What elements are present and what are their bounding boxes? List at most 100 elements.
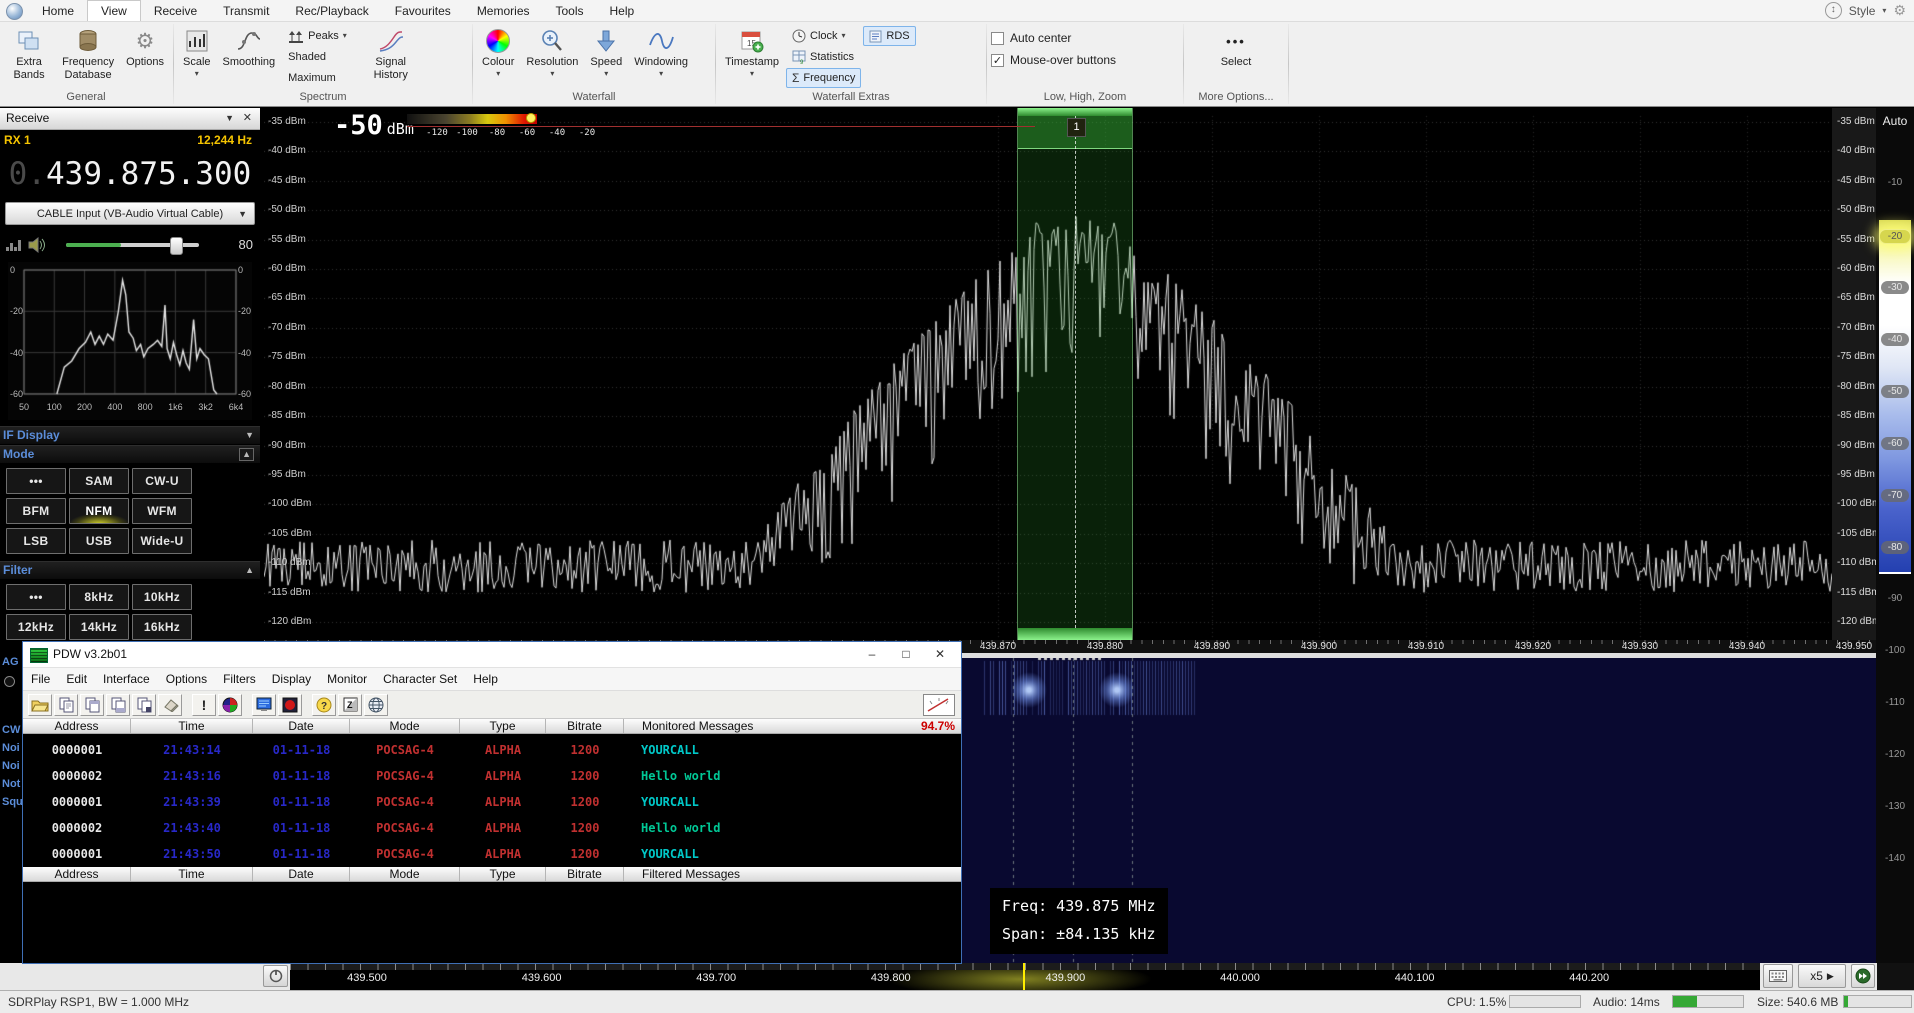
collapse-ribbon-icon[interactable]: ↕ <box>1825 2 1842 19</box>
column-header-monitored[interactable]: Monitored Messages 94.7% <box>624 719 961 733</box>
mode-button[interactable]: CW-U <box>132 468 192 494</box>
copy-all-button[interactable] <box>106 694 130 716</box>
mode-button[interactable]: BFM <box>6 498 66 524</box>
auto-range-button[interactable]: Auto <box>1876 114 1914 128</box>
waterfall-colorbar[interactable] <box>407 114 537 124</box>
windowing-button[interactable]: Windowing ▾ <box>629 24 693 81</box>
message-row[interactable]: 0000002 21:43:16 01-11-18 POCSAG-4 ALPHA… <box>23 763 961 789</box>
extra-bands-button[interactable]: Extra Bands <box>3 24 55 85</box>
level-bars-icon[interactable] <box>6 238 22 253</box>
audio-device-select[interactable]: CABLE Input (VB-Audio Virtual Cable) ▼ <box>5 202 255 225</box>
band-top-bar[interactable] <box>1018 108 1132 116</box>
column-header-address[interactable]: Address <box>23 719 131 733</box>
filter-button[interactable]: 14kHz <box>69 614 129 640</box>
save-button[interactable] <box>132 694 156 716</box>
copy-page-button[interactable] <box>80 694 104 716</box>
chevron-down-icon[interactable]: ▼ <box>225 108 234 129</box>
options-button[interactable]: ⚙ Options <box>121 24 169 73</box>
filtered-messages-list[interactable] <box>23 882 961 963</box>
waterfall-range-slider[interactable]: Auto -10-20-30-40-50-60-70-80-90-100-110… <box>1876 108 1914 963</box>
menu-item[interactable]: Display <box>264 672 319 686</box>
close-button[interactable]: ✕ <box>923 642 957 667</box>
help-button[interactable]: ? <box>312 694 336 716</box>
menu-item[interactable]: Filters <box>215 672 264 686</box>
menu-item[interactable]: Character Set <box>375 672 465 686</box>
filter-section-header[interactable]: Filter ▲ <box>0 561 260 579</box>
column-header-date[interactable]: Date <box>253 719 350 733</box>
ribbon-tab[interactable]: Home <box>29 0 87 21</box>
band-history-button[interactable] <box>263 965 288 987</box>
shaded-button[interactable]: Shaded <box>282 47 353 67</box>
style-dropdown[interactable]: Style <box>1849 4 1876 18</box>
menu-item[interactable]: File <box>23 672 58 686</box>
peaks-button[interactable]: Peaks ▾ <box>282 26 353 46</box>
mode-button[interactable]: LSB <box>6 528 66 554</box>
filtered-table-header[interactable]: Address Time Date Mode Type Bitrate Filt… <box>23 867 961 882</box>
column-header-bitrate[interactable]: Bitrate <box>546 719 624 733</box>
menu-item[interactable]: Interface <box>95 672 158 686</box>
monitored-messages-list[interactable]: 0000001 21:43:14 01-11-18 POCSAG-4 ALPHA… <box>23 734 961 867</box>
maximize-button[interactable]: □ <box>889 642 923 667</box>
pdw-titlebar[interactable]: PDW v3.2b01 – □ ✕ <box>23 642 961 668</box>
mode-button[interactable]: USB <box>69 528 129 554</box>
filter-button[interactable]: 16kHz <box>132 614 192 640</box>
fast-forward-button[interactable] <box>1851 964 1875 988</box>
eraser-button[interactable] <box>158 694 182 716</box>
select-button[interactable]: ••• Select <box>1216 24 1257 73</box>
filter-button[interactable]: 12kHz <box>6 614 66 640</box>
band-frequency-ruler[interactable]: 439.500439.600439.700439.800439.900440.0… <box>290 963 1760 990</box>
filter-button[interactable]: 10kHz <box>132 584 192 610</box>
mode-section-header[interactable]: Mode ▲ <box>0 445 260 463</box>
maximum-button[interactable]: Maximum <box>282 68 353 88</box>
colorbar-marker-dot[interactable] <box>526 113 536 123</box>
if-display-section-header[interactable]: IF Display ▼ <box>0 426 260 444</box>
step-multiplier-button[interactable]: x5 ▶ <box>1798 964 1846 988</box>
chevron-down-icon[interactable]: ▼ <box>245 427 254 444</box>
tuned-signal-band[interactable]: 1 <box>1017 108 1133 640</box>
rx-marker-badge[interactable]: 1 <box>1067 118 1086 137</box>
message-row[interactable]: 0000002 21:43:40 01-11-18 POCSAG-4 ALPHA… <box>23 815 961 841</box>
ribbon-tab[interactable]: Receive <box>141 0 210 21</box>
menu-item[interactable]: Help <box>465 672 506 686</box>
message-row[interactable]: 0000001 21:43:14 01-11-18 POCSAG-4 ALPHA… <box>23 737 961 763</box>
close-icon[interactable]: ✕ <box>243 108 252 129</box>
chevron-up-icon[interactable]: ▲ <box>245 562 254 579</box>
speaker-icon[interactable] <box>28 236 48 254</box>
resolution-button[interactable]: Resolution ▾ <box>521 24 583 81</box>
monitor-button[interactable] <box>252 694 276 716</box>
range-upper-handle[interactable]: -20 <box>1876 229 1914 244</box>
mode-button[interactable]: NFM <box>69 498 129 524</box>
band-bottom-bar[interactable] <box>1018 628 1132 640</box>
menu-item[interactable]: Edit <box>58 672 95 686</box>
mouse-over-buttons-checkbox[interactable]: ✓ Mouse-over buttons <box>991 50 1116 70</box>
column-header-filtered[interactable]: Filtered Messages <box>624 867 961 881</box>
column-header-type[interactable]: Type <box>460 867 546 881</box>
frequency-database-button[interactable]: Frequency Database <box>57 24 119 85</box>
column-header-mode[interactable]: Mode <box>350 867 460 881</box>
volume-slider[interactable] <box>66 243 199 247</box>
open-folder-button[interactable] <box>28 694 52 716</box>
statistics-pie-button[interactable] <box>218 694 242 716</box>
filter-button[interactable]: 8kHz <box>69 584 129 610</box>
timestamp-button[interactable]: 15 Timestamp ▾ <box>720 24 784 81</box>
rds-toggle-button[interactable]: RDS <box>863 26 915 46</box>
monitored-table-header[interactable]: Address Time Date Mode Type Bitrate Moni… <box>23 719 961 734</box>
ribbon-tab[interactable]: Memories <box>464 0 543 21</box>
column-header-bitrate[interactable]: Bitrate <box>546 867 624 881</box>
ribbon-tab[interactable]: Transmit <box>210 0 282 21</box>
filter-button[interactable]: ••• <box>6 584 66 610</box>
mode-button[interactable]: ••• <box>6 468 66 494</box>
signal-history-button[interactable]: Signal History <box>355 24 427 85</box>
menu-item[interactable]: Options <box>158 672 215 686</box>
frequency-toggle-button[interactable]: Σ Frequency <box>786 68 861 88</box>
colour-button[interactable]: Colour ▾ <box>477 24 519 81</box>
message-row[interactable]: 0000001 21:43:50 01-11-18 POCSAG-4 ALPHA… <box>23 841 961 867</box>
scale-button[interactable]: Scale ▾ <box>178 24 216 81</box>
ribbon-tab[interactable]: Tools <box>543 0 597 21</box>
minimize-button[interactable]: – <box>855 642 889 667</box>
statistics-button[interactable]: 9 Statistics <box>786 47 861 67</box>
ribbon-tab[interactable]: Favourites <box>382 0 464 21</box>
alert-button[interactable]: ! <box>192 694 216 716</box>
copy-button[interactable] <box>54 694 78 716</box>
receive-panel-titlebar[interactable]: Receive ▼ ✕ <box>0 108 260 130</box>
